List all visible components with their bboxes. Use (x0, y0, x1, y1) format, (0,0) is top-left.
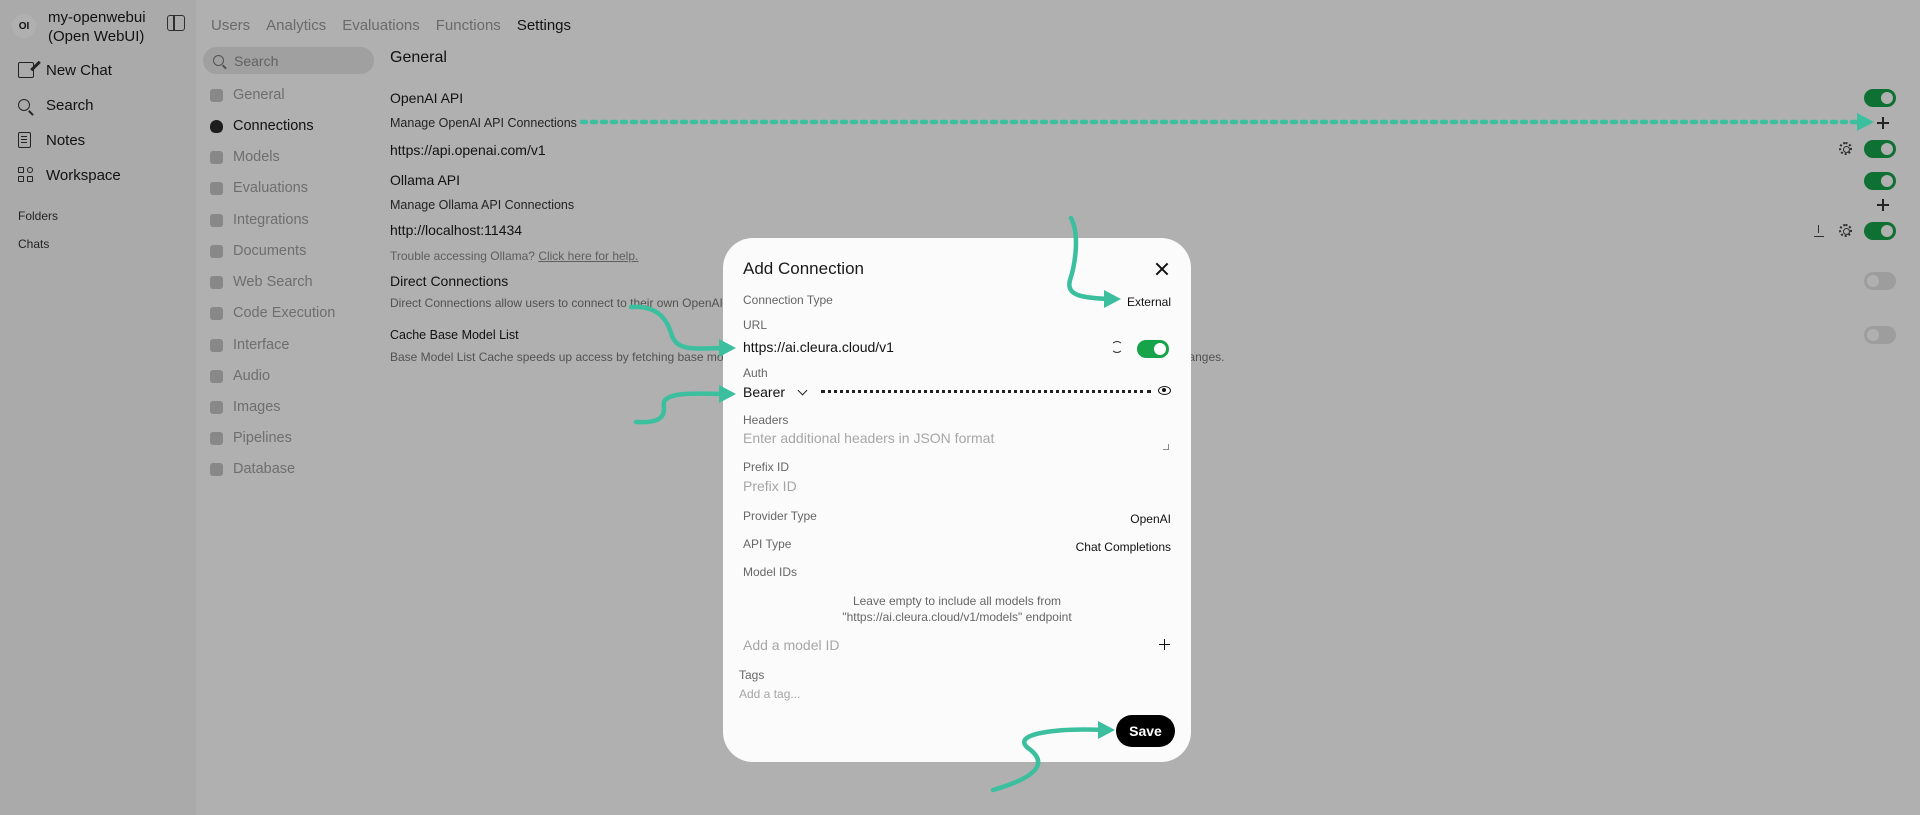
auth-label: Auth (743, 366, 768, 380)
save-button[interactable]: Save (1116, 715, 1175, 747)
headers-textarea[interactable] (743, 430, 1171, 452)
prefix-id-input[interactable] (743, 478, 1163, 494)
headers-label: Headers (743, 413, 789, 427)
connection-type-label: Connection Type (743, 293, 833, 307)
auth-type-select[interactable]: Bearer (743, 384, 808, 400)
model-ids-label: Model IDs (743, 565, 798, 579)
tags-label: Tags (739, 668, 765, 682)
add-model-id-input[interactable] (743, 637, 1143, 653)
prefix-id-label: Prefix ID (743, 460, 790, 474)
model-ids-hint: Leave empty to include all models from "… (842, 594, 1072, 624)
url-input[interactable] (743, 339, 1013, 355)
refresh-icon[interactable] (1111, 341, 1123, 353)
api-key-input[interactable] (821, 390, 1151, 393)
plus-icon[interactable] (1159, 639, 1170, 650)
connection-enabled-toggle[interactable] (1137, 340, 1169, 358)
close-icon[interactable] (1155, 262, 1169, 276)
provider-type-toggle[interactable]: OpenAI (1130, 512, 1171, 526)
api-type-toggle[interactable]: Chat Completions (1076, 540, 1171, 554)
provider-type-label: Provider Type (743, 509, 817, 523)
modal-title: Add Connection (743, 259, 864, 278)
add-connection-modal: Add Connection Connection Type External … (723, 238, 1191, 762)
connection-type-toggle[interactable]: External (1127, 295, 1171, 309)
eye-icon[interactable] (1158, 386, 1171, 395)
url-label: URL (743, 318, 768, 332)
tags-input[interactable] (739, 687, 1039, 701)
auth-type-value: Bearer (743, 384, 786, 400)
chevron-down-icon (797, 385, 808, 395)
resize-handle-icon[interactable] (1163, 444, 1169, 450)
api-type-label: API Type (743, 537, 792, 551)
